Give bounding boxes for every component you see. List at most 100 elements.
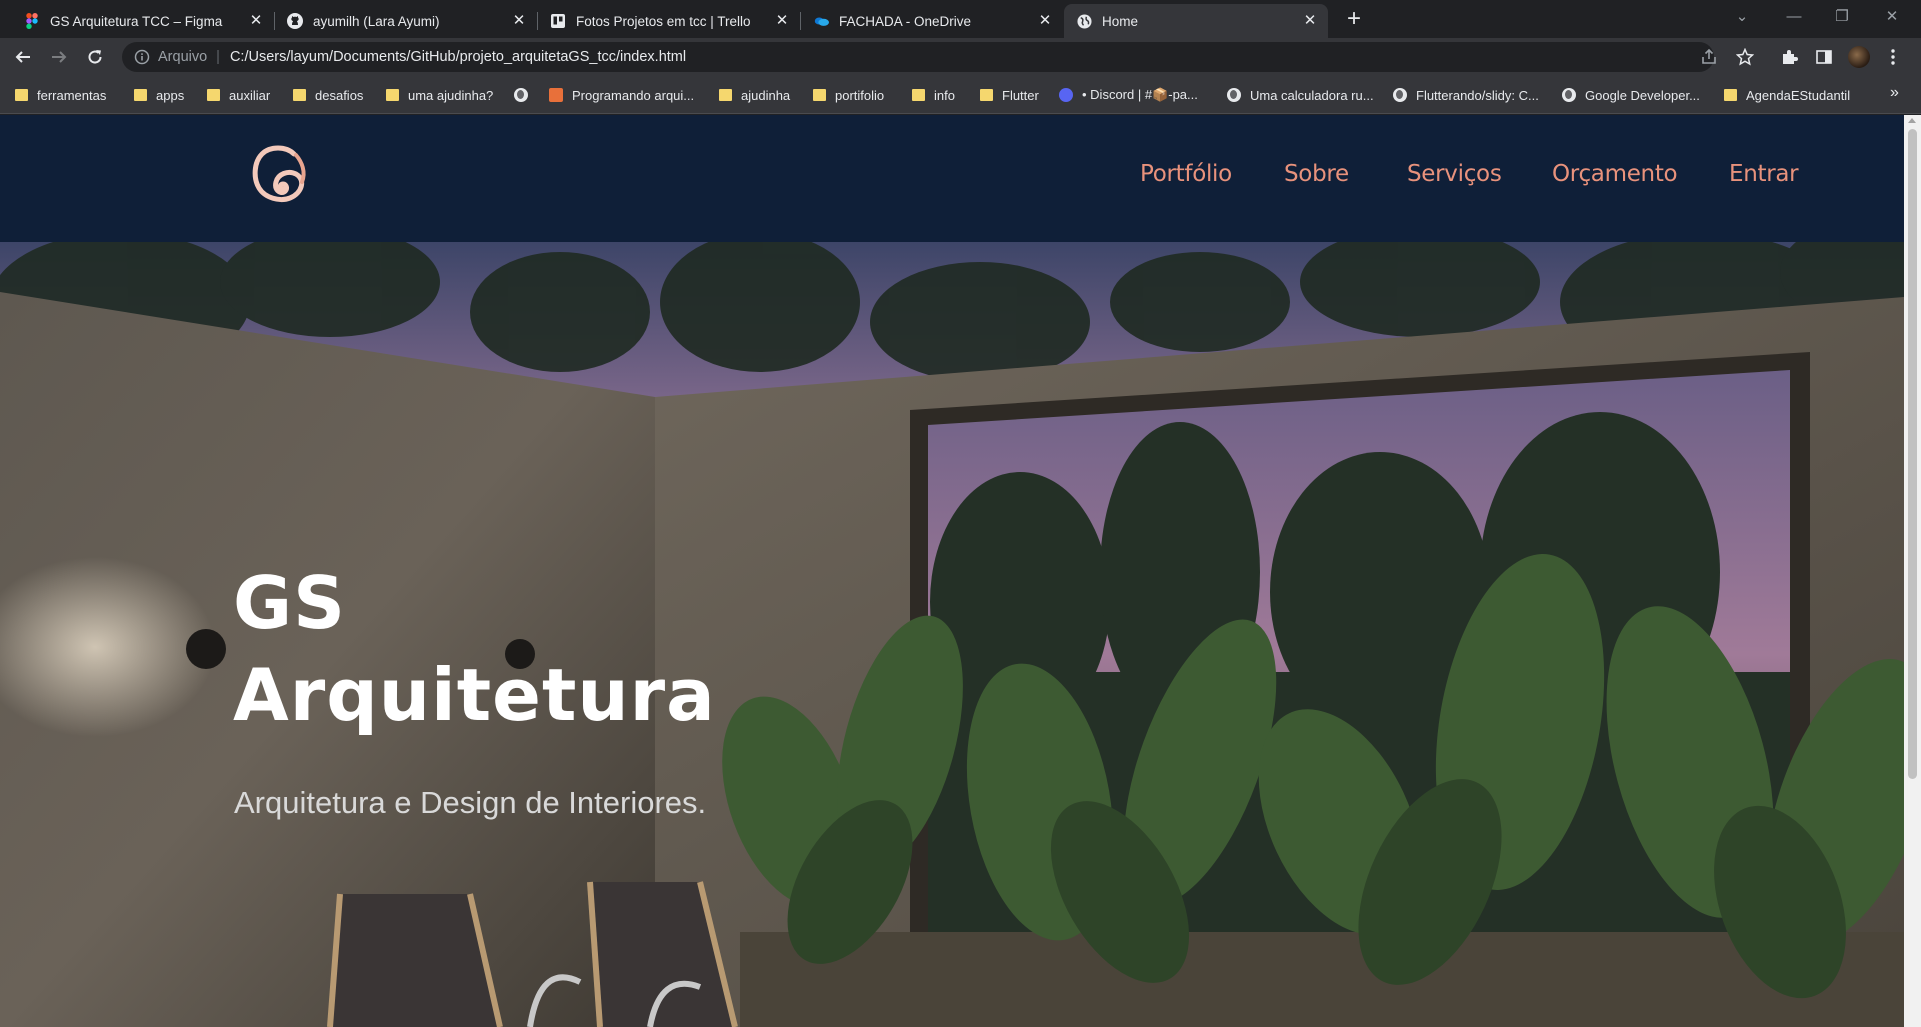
folder-icon xyxy=(718,88,732,102)
close-icon[interactable]: ✕ xyxy=(1302,13,1318,29)
bookmark-apps[interactable]: apps xyxy=(133,86,184,104)
gs-logo[interactable] xyxy=(250,140,310,210)
bookmark-agenda[interactable]: AgendaEStudantil xyxy=(1723,86,1850,104)
bookmark-google-developer[interactable]: Google Developer... xyxy=(1562,86,1700,104)
site-icon xyxy=(549,88,563,102)
browser-toolbar: Arquivo | C:/Users/layum/Documents/GitHu… xyxy=(0,38,1921,76)
bookmark-label: Programando arqui... xyxy=(572,87,695,103)
minimize-icon[interactable]: — xyxy=(1770,4,1818,30)
folder-icon xyxy=(206,88,220,102)
tab-onedrive[interactable]: FACHADA - OneDrive ✕ xyxy=(801,4,1063,38)
hero-title-line2: Arquitetura xyxy=(233,653,716,737)
bookmark-info[interactable]: info xyxy=(911,86,955,104)
trello-icon xyxy=(550,13,566,29)
close-icon[interactable]: ✕ xyxy=(248,13,264,29)
bookmark-auxiliar[interactable]: auxiliar xyxy=(206,86,270,104)
folder-icon xyxy=(1723,88,1737,102)
tab-title: ayumilh (Lara Ayumi) xyxy=(313,13,440,29)
arrow-right-icon xyxy=(52,51,67,63)
bookmark-portifolio[interactable]: portifolio xyxy=(812,86,884,104)
bookmark-globe[interactable] xyxy=(514,86,537,104)
side-panel-icon[interactable] xyxy=(1815,48,1833,66)
share-icon[interactable] xyxy=(1700,48,1718,66)
scrollbar-thumb[interactable] xyxy=(1908,129,1917,779)
reload-button[interactable] xyxy=(82,44,108,70)
bookmarks-bar: ferramentas apps auxiliar desafios uma a… xyxy=(0,76,1921,114)
address-url[interactable]: C:/Users/layum/Documents/GitHub/projeto_… xyxy=(230,49,686,65)
nav-orcamento[interactable]: Orçamento xyxy=(1552,161,1678,187)
close-icon[interactable]: ✕ xyxy=(1037,13,1053,29)
bookmark-programando[interactable]: Programando arqui... xyxy=(549,86,694,104)
bookmark-label: Uma calculadora ru... xyxy=(1250,87,1374,103)
tab-home[interactable]: Home ✕ xyxy=(1064,4,1328,38)
tab-figma[interactable]: GS Arquitetura TCC – Figma ✕ xyxy=(12,4,274,38)
page-viewport: Portfólio Sobre Serviços Orçamento Entra… xyxy=(0,115,1904,1027)
close-window-icon[interactable]: ✕ xyxy=(1868,4,1916,30)
bookmark-label: Google Developer... xyxy=(1585,87,1700,103)
bookmark-uma-ajudinha[interactable]: uma ajudinha? xyxy=(385,86,493,104)
hero-title: GS Arquitetura xyxy=(233,557,716,741)
bookmark-ajudinha[interactable]: ajudinha xyxy=(718,86,790,104)
bookmark-label: AgendaEStudantil xyxy=(1746,87,1851,103)
bookmark-label: apps xyxy=(156,87,185,103)
hero-section: GS Arquitetura Arquitetura e Design de I… xyxy=(0,242,1904,1027)
nav-sobre[interactable]: Sobre xyxy=(1284,161,1349,187)
tab-strip: GS Arquitetura TCC – Figma ✕ ayumilh (La… xyxy=(0,0,1921,38)
bookmark-label: uma ajudinha? xyxy=(408,87,494,103)
tab-github[interactable]: ayumilh (Lara Ayumi) ✕ xyxy=(275,4,537,38)
scroll-up-arrow-icon[interactable] xyxy=(1908,118,1916,123)
profile-avatar[interactable] xyxy=(1848,46,1870,68)
extensions-icon[interactable] xyxy=(1780,48,1798,66)
tab-title: Fotos Projetos em tcc | Trello xyxy=(576,13,751,29)
bookmark-label: • Discord | #📦-pa... xyxy=(1082,87,1198,102)
tab-trello[interactable]: Fotos Projetos em tcc | Trello ✕ xyxy=(538,4,800,38)
address-divider: | xyxy=(216,49,220,65)
close-icon[interactable]: ✕ xyxy=(511,13,527,29)
new-tab-button[interactable]: + xyxy=(1340,6,1368,34)
forward-button[interactable] xyxy=(46,44,72,70)
bookmark-calculadora[interactable]: Uma calculadora ru... xyxy=(1227,86,1374,104)
nav-servicos[interactable]: Serviços xyxy=(1407,161,1502,187)
more-bookmarks-chevron-icon[interactable]: » xyxy=(1890,84,1899,102)
globe-icon xyxy=(1227,88,1241,102)
page-scrollbar[interactable] xyxy=(1904,115,1921,1027)
onedrive-icon xyxy=(813,13,829,29)
tab-title: GS Arquitetura TCC – Figma xyxy=(50,13,223,29)
bookmark-flutter[interactable]: Flutter xyxy=(979,86,1039,104)
globe-icon xyxy=(1076,13,1092,29)
discord-icon xyxy=(1059,88,1073,102)
bookmark-label: desafios xyxy=(315,87,364,103)
figma-icon xyxy=(24,13,40,29)
address-bar[interactable]: Arquivo | C:/Users/layum/Documents/GitHu… xyxy=(122,42,1714,72)
info-icon[interactable] xyxy=(134,49,150,65)
nav-entrar[interactable]: Entrar xyxy=(1729,161,1799,187)
bookmark-slidy[interactable]: Flutterando/slidy: C... xyxy=(1393,86,1539,104)
globe-icon xyxy=(514,88,528,102)
folder-icon xyxy=(385,88,399,102)
bookmark-label: ferramentas xyxy=(37,87,107,103)
arrow-left-icon xyxy=(15,51,30,63)
github-icon xyxy=(287,13,303,29)
folder-icon xyxy=(133,88,147,102)
globe-icon xyxy=(1562,88,1576,102)
site-header: Portfólio Sobre Serviços Orçamento Entra… xyxy=(0,115,1904,242)
folder-icon xyxy=(812,88,826,102)
close-icon[interactable]: ✕ xyxy=(774,13,790,29)
bookmark-label: Flutter xyxy=(1002,87,1039,103)
bookmark-discord[interactable]: • Discord | #📦-pa... xyxy=(1059,86,1198,104)
bookmark-label: info xyxy=(934,87,955,103)
folder-icon xyxy=(292,88,306,102)
hero-title-line1: GS xyxy=(233,561,346,645)
tab-search-chevron-icon[interactable]: ⌄ xyxy=(1718,4,1766,30)
hero-subtitle: Arquitetura e Design de Interiores. xyxy=(234,785,707,820)
bookmark-star-icon[interactable] xyxy=(1736,48,1754,66)
nav-portfolio[interactable]: Portfólio xyxy=(1140,161,1232,187)
bookmark-desafios[interactable]: desafios xyxy=(292,86,363,104)
bookmark-label: Flutterando/slidy: C... xyxy=(1416,87,1539,103)
bookmark-ferramentas[interactable]: ferramentas xyxy=(14,86,106,104)
back-button[interactable] xyxy=(10,44,36,70)
restore-icon[interactable]: ❐ xyxy=(1818,4,1866,30)
address-scheme-label: Arquivo xyxy=(158,49,208,65)
menu-kebab-icon[interactable] xyxy=(1884,48,1902,66)
folder-icon xyxy=(14,88,28,102)
